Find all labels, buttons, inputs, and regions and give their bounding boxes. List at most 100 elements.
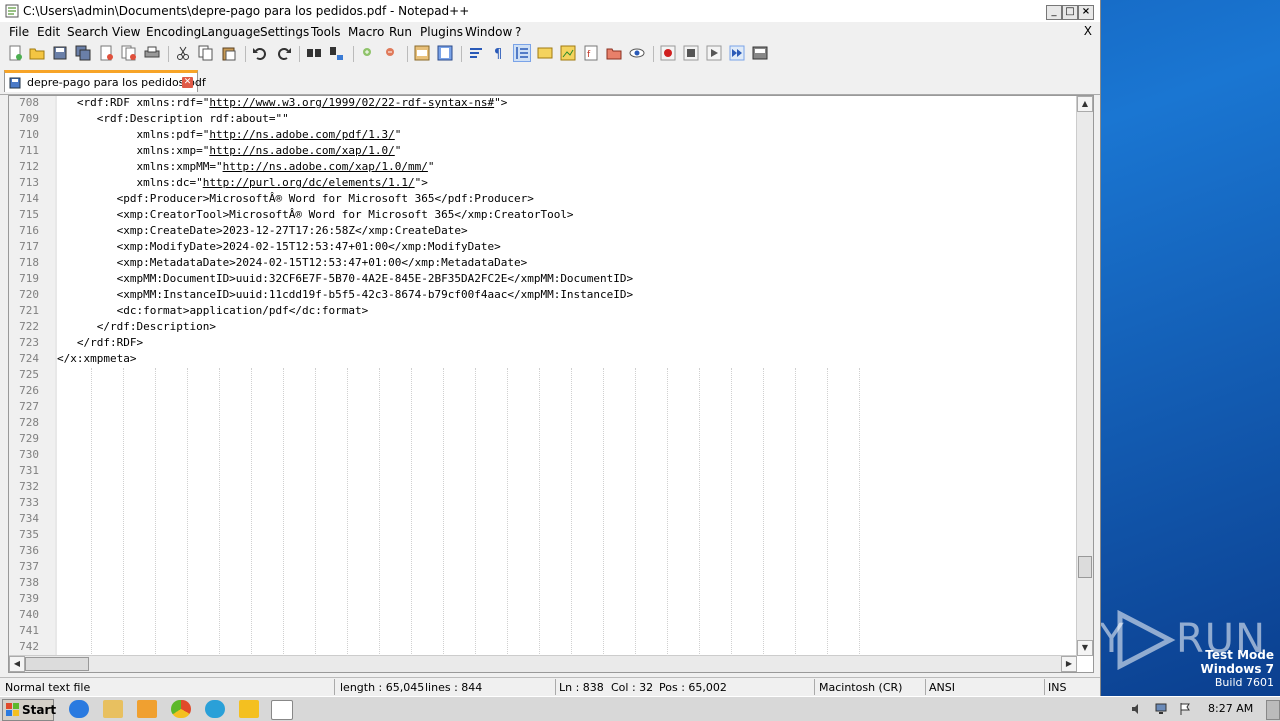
save-icon[interactable] <box>52 45 68 61</box>
new-file-icon[interactable] <box>7 45 23 61</box>
status-insert-mode[interactable]: INS <box>1048 681 1066 694</box>
menu-edit[interactable]: Edit <box>37 25 60 39</box>
close-all-icon[interactable] <box>121 45 137 61</box>
menu-file[interactable]: File <box>9 25 29 39</box>
title-bar[interactable]: C:\Users\admin\Documents\depre-pago para… <box>0 0 1100 22</box>
line-number: 741 <box>19 624 39 637</box>
replace-icon[interactable] <box>329 45 345 61</box>
monitor-icon[interactable] <box>629 45 645 61</box>
record-icon[interactable] <box>660 45 676 61</box>
horizontal-scroll-thumb[interactable] <box>25 657 89 671</box>
editor-area[interactable]: 708 709 710 711 712 713 714 715 716 717 718 719 720 7… <box>8 95 1094 673</box>
menu-view[interactable]: View <box>112 25 140 39</box>
play-multi-icon[interactable] <box>729 45 745 61</box>
status-eol[interactable]: Macintosh (CR) <box>819 681 902 694</box>
zoom-out-icon[interactable] <box>383 45 399 61</box>
start-button[interactable]: Start <box>2 699 56 721</box>
close-window-button[interactable]: × <box>1078 5 1094 20</box>
maximize-button[interactable]: □ <box>1062 5 1078 20</box>
code-url-link[interactable]: http://www.w3.org/1999/02/22-rdf-syntax-… <box>209 96 494 109</box>
indent-guide-icon[interactable] <box>513 44 531 62</box>
menu-help[interactable]: ? <box>515 25 521 39</box>
volume-icon[interactable] <box>1130 702 1144 716</box>
undo-icon[interactable] <box>252 45 268 61</box>
chrome-icon[interactable] <box>171 700 191 718</box>
indent-guide <box>187 368 188 656</box>
status-encoding[interactable]: ANSI <box>929 681 955 694</box>
ie-icon[interactable] <box>69 700 89 718</box>
copy-icon[interactable] <box>198 45 214 61</box>
code-url-link[interactable]: http://ns.adobe.com/xap/1.0/ <box>209 144 394 157</box>
status-ln: Ln : 838 <box>559 681 604 694</box>
zoom-in-icon[interactable] <box>360 45 376 61</box>
code-line: xmlns:dc="http://purl.org/dc/elements/1.… <box>57 176 427 189</box>
code-text: <xmpMM:DocumentID>uuid:32CF6E7F-5B70-4A2… <box>57 272 634 285</box>
menu-plugins[interactable]: Plugins <box>420 25 463 39</box>
menu-settings[interactable]: Settings <box>260 25 309 39</box>
close-document-button[interactable]: X <box>1084 24 1092 38</box>
media-player-icon[interactable] <box>137 700 157 718</box>
vertical-scroll-thumb[interactable] <box>1078 556 1092 578</box>
network-icon[interactable] <box>1154 702 1168 716</box>
all-chars-icon[interactable]: ¶ <box>491 45 507 61</box>
cut-icon[interactable] <box>175 45 191 61</box>
minimize-button[interactable]: _ <box>1046 5 1062 20</box>
find-icon[interactable] <box>306 45 322 61</box>
print-icon[interactable] <box>144 45 160 61</box>
menu-run[interactable]: Run <box>389 25 412 39</box>
doc-map-icon[interactable] <box>560 45 576 61</box>
function-list-icon[interactable]: f <box>583 45 599 61</box>
scroll-right-icon[interactable]: ▶ <box>1061 656 1077 672</box>
paste-icon[interactable] <box>221 45 237 61</box>
action-center-flag-icon[interactable] <box>1178 702 1192 716</box>
code-line: </x:xmpmeta> <box>57 352 136 365</box>
explorer-icon[interactable] <box>103 700 123 718</box>
line-number: 731 <box>19 464 39 477</box>
tab-document[interactable]: depre-pago para los pedidos.pdf ✕ <box>4 70 206 92</box>
vertical-scrollbar[interactable]: ▲ ▼ <box>1076 96 1093 656</box>
menu-macro[interactable]: Macro <box>348 25 384 39</box>
stop-icon[interactable] <box>683 45 699 61</box>
line-number-gutter: 708 709 710 711 712 713 714 715 716 717 718 719 720 7… <box>9 96 56 656</box>
close-icon[interactable] <box>98 45 114 61</box>
menu-window[interactable]: Window <box>465 25 512 39</box>
folder-workspace-icon[interactable] <box>606 45 622 61</box>
edge-icon[interactable] <box>205 700 225 718</box>
scroll-up-icon[interactable]: ▲ <box>1077 96 1093 112</box>
play-icon[interactable] <box>706 45 722 61</box>
indent-guide <box>507 368 508 656</box>
notepadpp-taskbar-icon[interactable] <box>271 700 293 720</box>
menu-search[interactable]: Search <box>67 25 108 39</box>
indent-guide <box>123 368 124 656</box>
scroll-left-icon[interactable]: ◀ <box>9 656 25 672</box>
save-macro-icon[interactable] <box>752 45 768 61</box>
tab-close-icon[interactable]: ✕ <box>182 77 193 88</box>
redo-icon[interactable] <box>276 45 292 61</box>
outlook-icon[interactable] <box>239 700 259 718</box>
code-text: <xmp:MetadataDate>2024-02-15T12:53:47+01… <box>57 256 528 269</box>
notepadpp-window: C:\Users\admin\Documents\depre-pago para… <box>0 0 1101 697</box>
menu-encoding[interactable]: Encoding <box>146 25 201 39</box>
udl-icon[interactable] <box>537 45 553 61</box>
code-url-link[interactable]: http://ns.adobe.com/xap/1.0/mm/ <box>223 160 428 173</box>
horizontal-scrollbar[interactable]: ◀ ▶ <box>9 655 1077 672</box>
wrap-icon[interactable] <box>468 45 484 61</box>
line-number: 727 <box>19 400 39 413</box>
line-number: 713 <box>19 176 39 189</box>
code-text-tail: " <box>427 160 435 173</box>
show-desktop-button[interactable] <box>1266 700 1280 720</box>
sync-v-icon[interactable] <box>414 45 430 61</box>
sync-h-icon[interactable] <box>437 45 453 61</box>
line-number: 723 <box>19 336 39 349</box>
menu-language[interactable]: Language <box>201 25 260 39</box>
code-url-link[interactable]: http://purl.org/dc/elements/1.1/ <box>203 176 415 189</box>
save-all-icon[interactable] <box>75 45 91 61</box>
code-url-link[interactable]: http://ns.adobe.com/pdf/1.3/ <box>209 128 394 141</box>
scroll-down-icon[interactable]: ▼ <box>1077 640 1093 656</box>
code-line: <xmpMM:DocumentID>uuid:32CF6E7F-5B70-4A2… <box>57 272 634 285</box>
open-icon[interactable] <box>29 45 45 61</box>
menu-tools[interactable]: Tools <box>311 25 341 39</box>
line-number: 719 <box>19 272 39 285</box>
taskbar-clock[interactable]: 8:27 AM <box>1208 702 1253 715</box>
line-number: 712 <box>19 160 39 173</box>
